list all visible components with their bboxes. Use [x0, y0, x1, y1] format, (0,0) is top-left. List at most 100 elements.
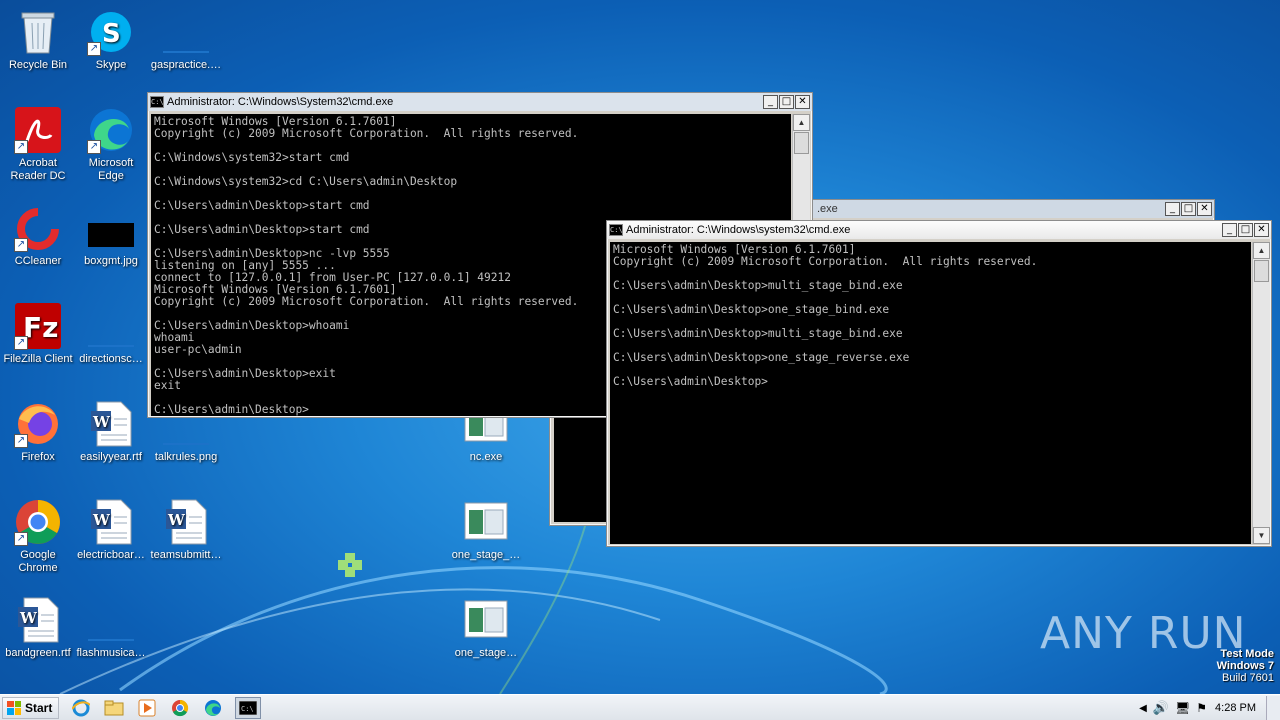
console-line: C:\Users\admin\Desktop>one_stage_reverse…: [613, 351, 910, 364]
chrome-icon: ↗: [14, 498, 62, 546]
explorer-icon[interactable]: [103, 697, 125, 719]
desktop-icon-ccleaner[interactable]: ↗ CCleaner: [0, 204, 76, 268]
svg-text:W: W: [92, 511, 111, 529]
chrome-icon[interactable]: [169, 697, 191, 719]
desktop-icon-label: gaspractice.…: [150, 59, 222, 71]
show-desktop-button[interactable]: [1266, 696, 1280, 720]
scroll-up-button[interactable]: ▲: [1253, 242, 1270, 259]
taskbar: Start C:\ ◀ 🔊 🖥 ⚑ 4:28 PM: [0, 694, 1280, 720]
close-button[interactable]: ✕: [1254, 223, 1269, 237]
maximize-button[interactable]: □: [1238, 223, 1253, 237]
svg-text:S: S: [102, 19, 121, 49]
start-button[interactable]: Start: [2, 696, 60, 719]
desktop-icon-label: bandgreen.rtf: [5, 647, 71, 659]
scroll-thumb[interactable]: [794, 132, 809, 154]
svg-text:W: W: [92, 413, 111, 431]
cmd-window-right[interactable]: C:\ Administrator: C:\Windows\system32\c…: [606, 220, 1272, 547]
title-bar[interactable]: C:\ Administrator: C:\Windows\system32\c…: [607, 221, 1271, 239]
desktop-icon-one-stage-1[interactable]: one_stage_…: [448, 498, 524, 562]
desktop-icon-directions[interactable]: directionsc…: [73, 302, 149, 366]
desktop-icon-label: FileZilla Client: [3, 353, 73, 365]
recycle-bin-icon: [14, 8, 62, 56]
image-file-icon: [87, 204, 135, 252]
desktop-icon-label: electricboar…: [77, 549, 145, 561]
desktop-icon-firefox[interactable]: ↗ Firefox: [0, 400, 76, 464]
network-icon[interactable]: 🖥: [1175, 701, 1190, 715]
desktop-icon-label: directionsc…: [79, 353, 143, 365]
desktop-icon-chrome[interactable]: ↗ Google Chrome: [0, 498, 76, 575]
title-bar[interactable]: C:\ Administrator: C:\Windows\System32\c…: [148, 93, 812, 111]
scroll-up-button[interactable]: ▲: [793, 114, 810, 131]
maximize-button[interactable]: □: [1181, 202, 1196, 216]
vertical-scrollbar[interactable]: ▲ ▼: [1252, 242, 1270, 544]
shortcut-arrow-icon: ↗: [14, 336, 28, 350]
window-title: Administrator: C:\Windows\system32\cmd.e…: [626, 224, 851, 236]
word-doc-icon: W: [162, 498, 210, 546]
windows-logo-icon: [7, 700, 21, 715]
scroll-down-button[interactable]: ▼: [1253, 527, 1270, 544]
shortcut-arrow-icon: ↗: [14, 532, 28, 546]
svg-text:Fz: Fz: [23, 311, 58, 344]
close-button[interactable]: ✕: [795, 95, 810, 109]
desktop-icon-teamsubmitt[interactable]: W teamsubmitt…: [148, 498, 224, 562]
desktop-icon-label: one_stage…: [454, 647, 518, 659]
desktop-icon-label: boxgmt.jpg: [84, 255, 138, 267]
desktop-icon-label: talkrules.png: [154, 451, 218, 463]
word-doc-icon: W: [87, 498, 135, 546]
minimize-button[interactable]: _: [763, 95, 778, 109]
desktop-icon-label: Skype: [95, 59, 127, 71]
volume-icon[interactable]: 🔊: [1153, 700, 1169, 716]
desktop-icon-label: Google Chrome: [18, 549, 58, 574]
desktop-icon-label: Recycle Bin: [8, 59, 68, 71]
console-line: C:\Windows\system32>start cmd: [154, 151, 350, 164]
edge-icon[interactable]: [202, 697, 224, 719]
watermark-text: Test Mode Windows 7 Build 7601: [1217, 648, 1274, 684]
desktop-icon-label: flashmusica…: [76, 647, 146, 659]
console-line: C:\Users\admin\Desktop>multi_stage_bind.…: [613, 327, 903, 340]
desktop-icon-filezilla[interactable]: Fz ↗ FileZilla Client: [0, 302, 76, 366]
file-icon: [87, 596, 135, 644]
file-icon: [87, 302, 135, 350]
console-line: Copyright (c) 2009 Microsoft Corporation…: [613, 255, 1038, 268]
anyrun-logo: ANY RUN: [1040, 608, 1247, 659]
shortcut-arrow-icon: ↗: [14, 434, 28, 448]
desktop-icon-label: Firefox: [21, 451, 55, 463]
desktop-icon-label: Microsoft Edge: [88, 157, 134, 182]
desktop-icon-flashmusica[interactable]: flashmusica…: [73, 596, 149, 660]
flag-icon[interactable]: ⚑: [1196, 701, 1207, 715]
console-line: Copyright (c) 2009 Microsoft Corporation…: [154, 127, 579, 140]
desktop-icon-skype[interactable]: S ↗ Skype: [73, 8, 149, 72]
minimize-button[interactable]: _: [1165, 202, 1180, 216]
desktop-icon-recycle-bin[interactable]: Recycle Bin: [0, 8, 76, 72]
console-output[interactable]: Microsoft Windows [Version 6.1.7601] Copy…: [610, 242, 1251, 544]
ie-icon[interactable]: [70, 697, 92, 719]
acrobat-icon: ↗: [14, 106, 62, 154]
desktop-icon-one-stage-2[interactable]: one_stage…: [448, 596, 524, 660]
tray-expand-icon[interactable]: ◀: [1139, 703, 1147, 714]
svg-text:C:\: C:\: [241, 705, 254, 713]
desktop-icon-edge[interactable]: ↗ Microsoft Edge: [73, 106, 149, 183]
desktop-icon-acrobat[interactable]: ↗ Acrobat Reader DC: [0, 106, 76, 183]
console-line: C:\Users\admin\Desktop>: [613, 375, 768, 388]
close-button[interactable]: ✕: [1197, 202, 1212, 216]
clock[interactable]: 4:28 PM: [1215, 702, 1256, 714]
system-tray: ◀ 🔊 🖥 ⚑ 4:28 PM: [1139, 695, 1280, 720]
cmd-icon[interactable]: C:\: [235, 696, 262, 719]
desktop-icon-label: Acrobat Reader DC: [10, 157, 66, 182]
cmd-icon: C:\: [150, 96, 164, 108]
minimize-button[interactable]: _: [1222, 223, 1237, 237]
desktop-icon-gaspractice[interactable]: gaspractice.…: [148, 8, 224, 72]
desktop-icon-label: nc.exe: [469, 451, 503, 463]
desktop-icon-label: easilyyear.rtf: [80, 451, 142, 463]
maximize-button[interactable]: □: [779, 95, 794, 109]
desktop-icon-boxgmt[interactable]: boxgmt.jpg: [73, 204, 149, 268]
scroll-thumb[interactable]: [1254, 260, 1269, 282]
window-title: Administrator: C:\Windows\System32\cmd.e…: [167, 96, 394, 108]
desktop-icon-easilyyear[interactable]: W easilyyear.rtf: [73, 400, 149, 464]
desktop-icon-bandgreen[interactable]: W bandgreen.rtf: [0, 596, 76, 660]
desktop-icon-electricboar[interactable]: W electricboar…: [73, 498, 149, 562]
ccleaner-icon: ↗: [14, 204, 62, 252]
shortcut-arrow-icon: ↗: [87, 42, 101, 56]
svg-text:W: W: [19, 609, 38, 627]
media-player-icon[interactable]: [136, 697, 158, 719]
